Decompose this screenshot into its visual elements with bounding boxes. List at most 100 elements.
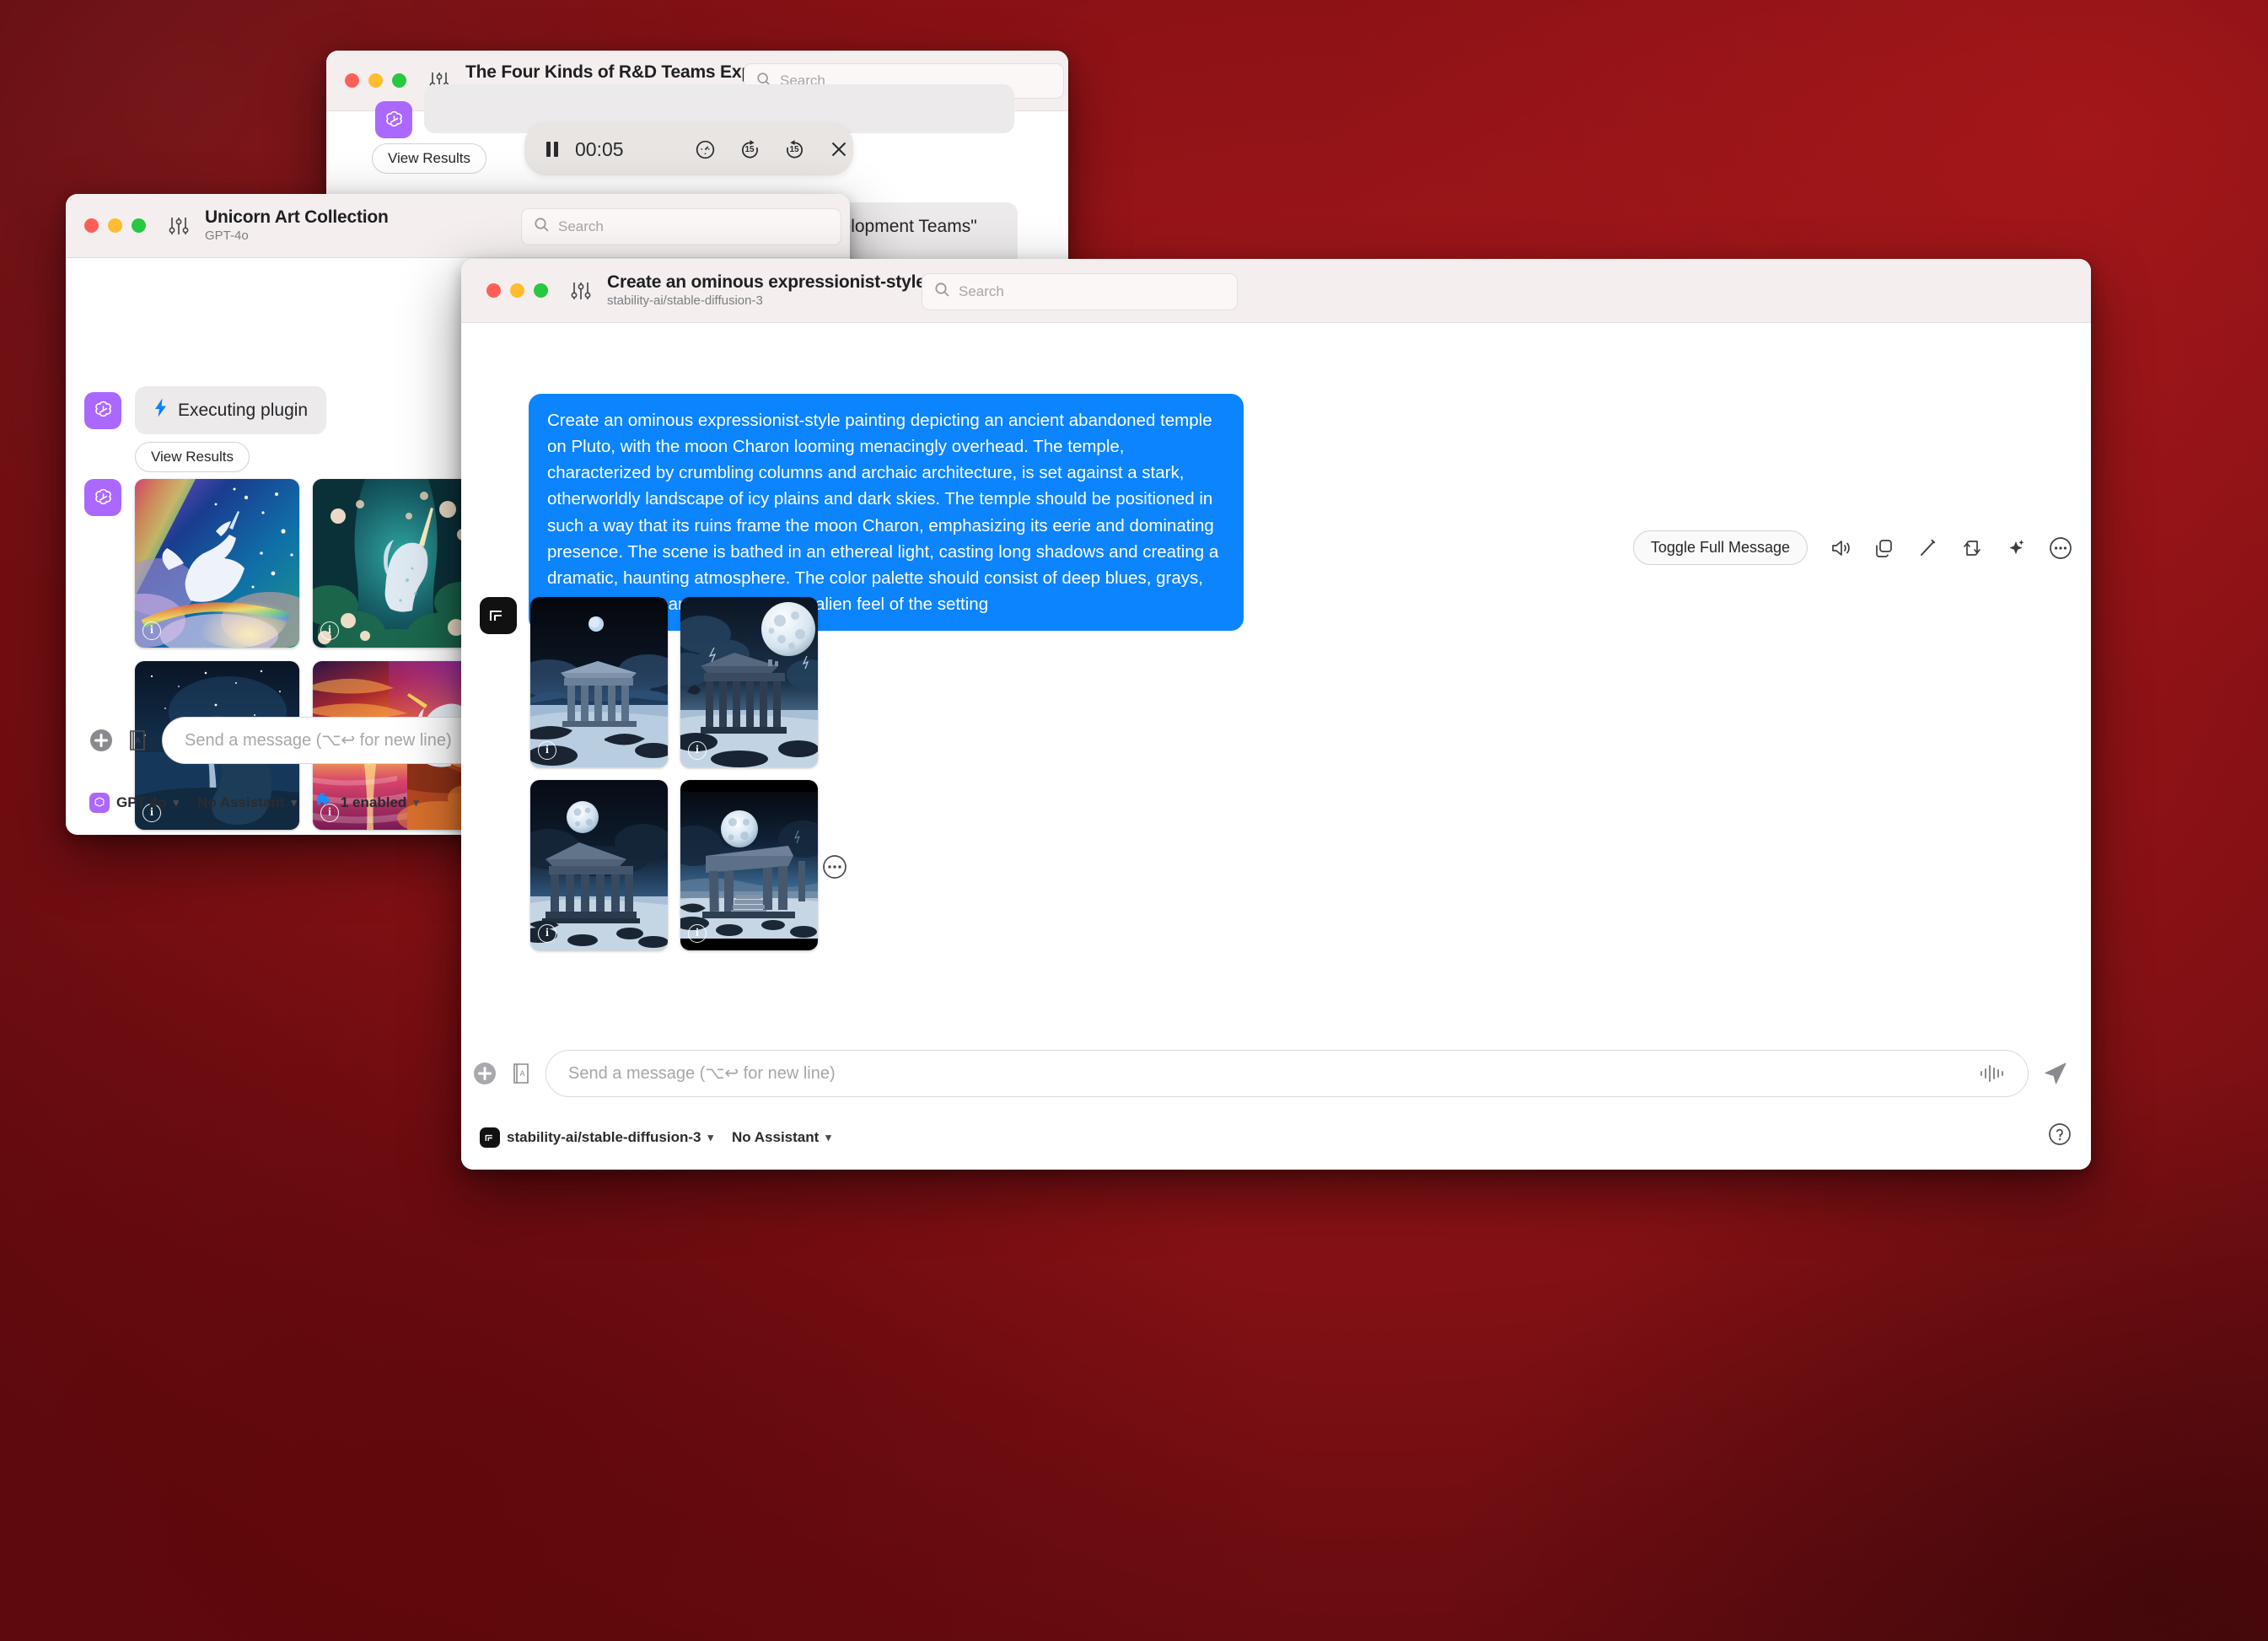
rewind-seconds-label: 15	[744, 144, 755, 154]
audio-elapsed-time: 00:05	[575, 137, 624, 160]
plugins-selector-middle[interactable]: 1 enabled ▾	[315, 792, 419, 813]
view-results-button-back[interactable]: View Results	[372, 143, 486, 174]
waveform-icon[interactable]	[1979, 1063, 2006, 1084]
search-input-front[interactable]	[959, 283, 1225, 300]
settings-sliders-icon[interactable]	[570, 279, 592, 303]
stable-diffusion-avatar	[480, 597, 517, 634]
message-input-wrapper-front[interactable]	[546, 1050, 2029, 1097]
rewind-15-icon[interactable]: 15	[739, 139, 760, 160]
titlebar-middle[interactable]: Unicorn Art Collection GPT-4o	[66, 194, 850, 258]
minimize-button[interactable]	[368, 73, 383, 88]
close-button[interactable]	[84, 218, 99, 233]
generated-image-card[interactable]: i	[680, 780, 818, 950]
playback-speed-icon[interactable]	[695, 139, 716, 160]
assistant-name-middle: No Assistant	[197, 794, 285, 810]
image-info-badge[interactable]: i	[688, 924, 707, 943]
message-input-front[interactable]	[568, 1063, 1979, 1084]
search-box-middle[interactable]	[521, 208, 841, 245]
assistant-selector-front[interactable]: No Assistant ▾	[732, 1129, 831, 1146]
add-attachment-icon[interactable]	[473, 1062, 497, 1085]
generated-image-card[interactable]: i	[313, 479, 477, 648]
status-bar-middle: GPT-4o ▾ No Assistant ▾ 1 enabled ▾	[89, 792, 419, 813]
traffic-lights-back[interactable]	[345, 73, 406, 88]
more-options-icon[interactable]	[2049, 536, 2072, 560]
generated-image-card[interactable]: i	[135, 479, 299, 648]
speaker-icon[interactable]	[1830, 537, 1851, 559]
user-message-text: Create an ominous expressionist-style pa…	[547, 411, 1219, 615]
chevron-down-icon: ▾	[825, 1131, 831, 1143]
traffic-lights-front[interactable]	[486, 283, 548, 298]
image-info-badge[interactable]: i	[538, 924, 556, 943]
assistant-name-front: No Assistant	[732, 1129, 820, 1145]
lightning-icon	[153, 398, 168, 422]
generated-image-card[interactable]: i	[530, 597, 668, 767]
audio-player-bar[interactable]: 00:05 15 15	[524, 123, 853, 175]
close-button[interactable]	[486, 283, 501, 298]
sparkle-icon[interactable]	[2005, 537, 2027, 559]
gpt-avatar-small	[89, 792, 110, 813]
view-results-label-back: View Results	[372, 143, 486, 174]
pause-icon[interactable]	[545, 140, 560, 159]
model-selector-front[interactable]: stability-ai/stable-diffusion-3 ▾	[480, 1127, 713, 1148]
send-icon[interactable]	[2042, 1060, 2069, 1087]
model-name-front: stability-ai/stable-diffusion-3	[507, 1129, 701, 1145]
svg-text:A: A	[519, 1069, 524, 1078]
search-icon	[934, 282, 950, 302]
copy-icon[interactable]	[1873, 537, 1895, 559]
plugin-status-label: Executing plugin	[178, 400, 309, 420]
status-bar-front: stability-ai/stable-diffusion-3 ▾ No Ass…	[480, 1127, 831, 1148]
executing-plugin-pill: Executing plugin	[135, 386, 327, 434]
image-info-badge[interactable]: i	[320, 621, 339, 640]
view-results-label-middle: View Results	[135, 442, 250, 472]
forward-15-icon[interactable]: 15	[784, 139, 805, 160]
gpt-avatar	[375, 101, 412, 138]
assistant-images-row: i i i i	[84, 479, 477, 830]
generated-image-card[interactable]: i	[680, 597, 818, 767]
maximize-button[interactable]	[132, 218, 146, 233]
chevron-down-icon: ▾	[173, 795, 180, 809]
titlebar-front[interactable]: Create an ominous expressionist-style pa…	[461, 259, 2091, 323]
generated-image-card[interactable]: i	[530, 780, 668, 950]
window-stable-diffusion[interactable]: Create an ominous expressionist-style pa…	[461, 259, 2091, 1170]
edit-icon[interactable]	[1917, 537, 1939, 559]
puzzle-piece-icon	[315, 792, 334, 813]
view-results-button-middle[interactable]: View Results	[135, 442, 250, 472]
maximize-button[interactable]	[534, 283, 548, 298]
model-selector-middle[interactable]: GPT-4o ▾	[89, 792, 180, 813]
search-icon	[534, 217, 550, 237]
chevron-down-icon: ▾	[413, 795, 419, 809]
image-info-badge[interactable]: i	[142, 621, 161, 640]
assistant-images-front: i i i i	[480, 597, 818, 950]
search-box-front[interactable]	[922, 273, 1238, 310]
minimize-button[interactable]	[510, 283, 524, 298]
window-subtitle-middle: GPT-4o	[205, 229, 249, 244]
search-input-middle[interactable]	[558, 218, 829, 235]
chat-body-front: Create an ominous expressionist-style pa…	[461, 323, 2091, 1170]
prompt-library-icon[interactable]: A	[126, 729, 148, 752]
settings-sliders-icon[interactable]	[168, 214, 190, 238]
toggle-full-message-label: Toggle Full Message	[1650, 539, 1790, 556]
help-button-front[interactable]	[2047, 1122, 2072, 1151]
plugin-status-row: Executing plugin	[84, 386, 327, 434]
more-options-button-front[interactable]	[822, 854, 847, 884]
close-icon[interactable]	[829, 139, 849, 159]
message-actions-row: Toggle Full Message	[1632, 530, 2072, 565]
prompt-library-icon[interactable]: A	[510, 1062, 532, 1085]
close-button[interactable]	[345, 73, 359, 88]
plugins-count-middle: 1 enabled	[340, 794, 407, 810]
gpt-avatar	[84, 479, 121, 516]
composer-front: A	[473, 1050, 2079, 1097]
window-title-block-middle: Unicorn Art Collection GPT-4o	[205, 207, 389, 244]
add-attachment-icon[interactable]	[89, 729, 113, 752]
image-info-badge[interactable]: i	[688, 741, 707, 760]
assistant-selector-middle[interactable]: No Assistant ▾	[197, 794, 297, 811]
chevron-down-icon: ▾	[291, 795, 297, 809]
user-message-bubble: Create an ominous expressionist-style pa…	[529, 394, 1244, 632]
image-info-badge[interactable]: i	[538, 741, 556, 760]
traffic-lights-middle[interactable]	[84, 218, 146, 233]
model-name-middle: GPT-4o	[116, 794, 167, 810]
toggle-full-message-button[interactable]: Toggle Full Message	[1632, 530, 1808, 565]
maximize-button[interactable]	[392, 73, 406, 88]
regenerate-icon[interactable]	[1961, 537, 1983, 559]
minimize-button[interactable]	[108, 218, 122, 233]
